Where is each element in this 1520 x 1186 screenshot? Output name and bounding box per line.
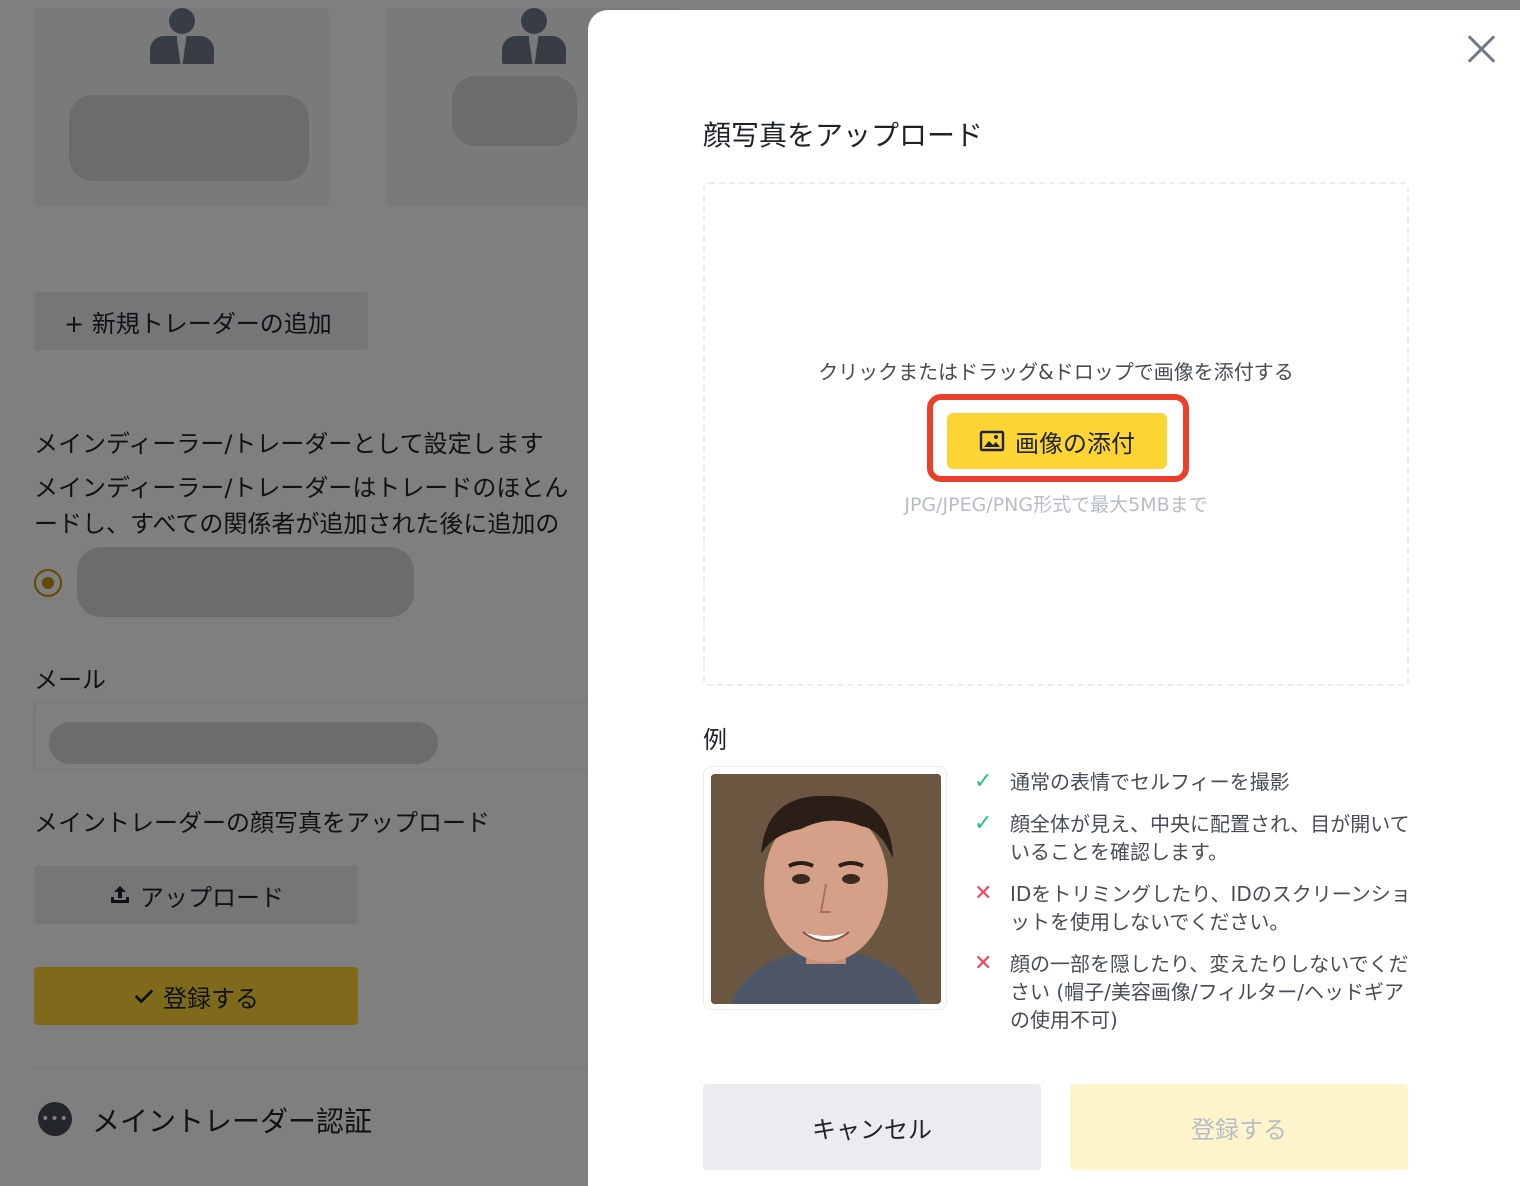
rule-item: ✕ IDをトリミングしたり、IDのスクリーンショットを使用しないでください。 bbox=[974, 880, 1414, 936]
rule-item: ✓ 顔全体が見え、中央に配置され、目が開いていることを確認します。 bbox=[974, 810, 1414, 866]
rule-text: IDをトリミングしたり、IDのスクリーンショットを使用しないでください。 bbox=[1010, 882, 1411, 934]
example-label: 例 bbox=[703, 726, 727, 754]
dropzone-hint: クリックまたはドラッグ&ドロップで画像を添付する bbox=[818, 360, 1294, 384]
cross-icon: ✕ bbox=[974, 881, 993, 906]
submit-button[interactable]: 登録する bbox=[1070, 1084, 1408, 1170]
rule-text: 顔の一部を隠したり、変えたりしないでください (帽子/美容画像/フィルター/ヘッ… bbox=[1010, 952, 1409, 1032]
cancel-button-label: キャンセル bbox=[812, 1115, 932, 1144]
submit-button-label: 登録する bbox=[1191, 1115, 1287, 1144]
rule-text: 通常の表情でセルフィーを撮影 bbox=[1010, 770, 1290, 794]
cross-icon: ✕ bbox=[974, 951, 993, 976]
rule-item: ✓ 通常の表情でセルフィーを撮影 bbox=[974, 768, 1414, 796]
example-photo bbox=[703, 766, 947, 1010]
check-icon: ✓ bbox=[974, 769, 993, 794]
rule-text: 顔全体が見え、中央に配置され、目が開いていることを確認します。 bbox=[1010, 812, 1410, 864]
modal-title: 顔写真をアップロード bbox=[703, 119, 984, 152]
close-icon[interactable] bbox=[1466, 34, 1496, 64]
image-icon bbox=[979, 430, 1005, 452]
rule-item: ✕ 顔の一部を隠したり、変えたりしないでください (帽子/美容画像/フィルター/… bbox=[974, 950, 1414, 1034]
check-icon: ✓ bbox=[974, 811, 993, 836]
attach-image-button[interactable]: 画像の添付 bbox=[947, 413, 1167, 469]
face-photo-image bbox=[711, 774, 941, 1004]
attach-button-label: 画像の添付 bbox=[1015, 429, 1135, 458]
image-dropzone[interactable]: クリックまたはドラッグ&ドロップで画像を添付する 画像の添付 JPG/JPEG/… bbox=[703, 182, 1409, 686]
upload-face-modal: 顔写真をアップロード クリックまたはドラッグ&ドロップで画像を添付する 画像の添… bbox=[588, 10, 1520, 1186]
photo-rules-list: ✓ 通常の表情でセルフィーを撮影 ✓ 顔全体が見え、中央に配置され、目が開いてい… bbox=[974, 768, 1414, 1048]
dropzone-limit: JPG/JPEG/PNG形式で最大5MBまで bbox=[904, 494, 1208, 516]
cancel-button[interactable]: キャンセル bbox=[703, 1084, 1041, 1170]
